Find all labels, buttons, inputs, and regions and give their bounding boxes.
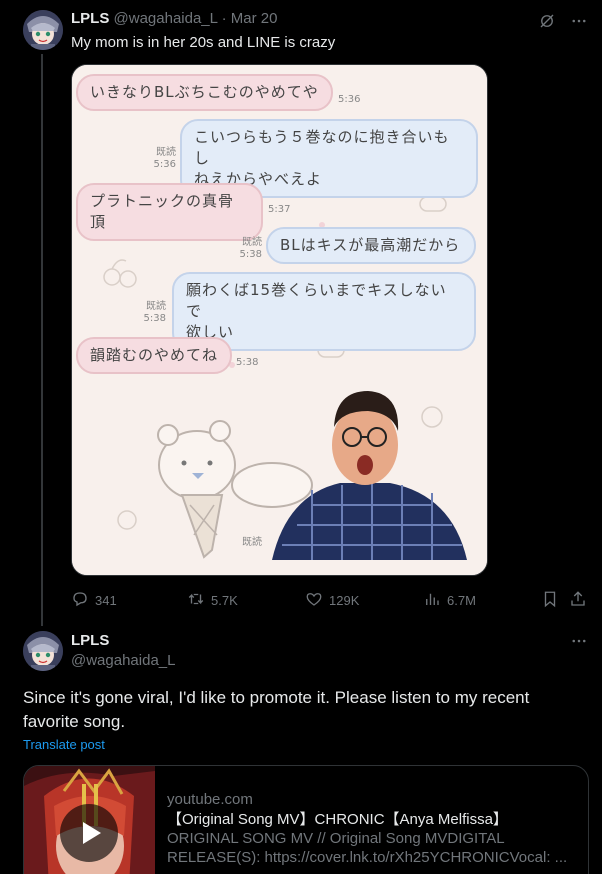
chat-read-stamp: 既読 5:38 — [143, 301, 166, 324]
separator: · — [221, 10, 227, 27]
repost-count: 5.7K — [211, 593, 238, 608]
reply-count: 341 — [95, 593, 117, 608]
tweet-text: My mom is in her 20s and LINE is crazy — [71, 34, 336, 51]
chat-message-text: いきなりBLぶちこむのやめてや — [90, 83, 319, 101]
post-date[interactable]: Mar 20 — [231, 10, 278, 27]
thread-line — [41, 54, 43, 626]
video-thumbnail[interactable] — [24, 766, 155, 874]
bookmark-icon — [541, 590, 559, 611]
like-button[interactable]: 129K — [305, 590, 359, 611]
reply-icon — [71, 590, 89, 611]
views-icon — [423, 590, 441, 611]
more-icon[interactable] — [570, 632, 588, 655]
card-domain: youtube.com — [167, 791, 253, 808]
translate-link[interactable]: Translate post — [23, 737, 105, 752]
avatar[interactable] — [23, 10, 63, 50]
chat-timestamp: 5:37 — [268, 204, 291, 215]
chat-message-text: BLはキスが最高潮だから — [280, 236, 461, 254]
avatar[interactable] — [23, 631, 63, 671]
chat-read-stamp: 既読 — [242, 537, 262, 548]
handle[interactable]: @wagahaida_L — [71, 652, 175, 669]
tweet-image[interactable]: いきなりBLぶちこむのやめてや 5:36 既読 5:36 こいつらもう５巻なのに… — [71, 64, 488, 576]
display-name[interactable]: LPLS — [71, 10, 109, 27]
reply-button[interactable]: 341 — [71, 590, 117, 611]
card-body: youtube.com 【Original Song MV】CHRONIC【An… — [167, 790, 577, 867]
views-button[interactable]: 6.7M — [423, 590, 476, 611]
chat-timestamp: 5:36 — [338, 94, 361, 105]
chat-message-text: こいつらもう５巻なのに抱き合いもし — [194, 128, 450, 167]
chat-message-text: 韻踏むのやめてね — [90, 346, 219, 364]
chat-bubble: 韻踏むのやめてね — [76, 337, 232, 374]
like-count: 129K — [329, 593, 360, 608]
share-button[interactable] — [569, 590, 587, 611]
header-actions — [538, 12, 588, 35]
chat-message-text: プラトニックの真骨頂 — [90, 192, 235, 231]
more-icon[interactable] — [570, 12, 588, 35]
share-icon — [569, 590, 587, 611]
chat-read-stamp: 既読 5:38 — [239, 237, 262, 260]
chat-message-text: 欲しい — [186, 323, 235, 341]
like-icon — [305, 590, 323, 611]
repost-icon — [187, 590, 205, 611]
card-title: 【Original Song MV】CHRONIC【Anya Melfissa】 — [167, 811, 508, 828]
card-description: ORIGINAL SONG MV // Original Song MVDIGI… — [167, 830, 568, 866]
views-count: 6.7M — [447, 593, 476, 608]
bookmark-button[interactable] — [541, 590, 559, 611]
tweet-actions: 341 5.7K 129K 6.7M — [71, 590, 591, 610]
chat-read-stamp: 既読 5:36 — [153, 147, 176, 170]
chat-bubble: プラトニックの真骨頂 — [76, 183, 263, 241]
chat-bubble: BLはキスが最高潮だから — [266, 227, 476, 264]
handle[interactable]: @wagahaida_L — [114, 10, 218, 27]
play-icon[interactable] — [60, 804, 118, 862]
chat-timestamp: 5:38 — [236, 357, 259, 368]
chat-bubble: いきなりBLぶちこむのやめてや — [76, 74, 333, 111]
tweet-text: Since it's gone viral, I'd like to promo… — [23, 688, 530, 731]
repost-button[interactable]: 5.7K — [187, 590, 238, 611]
chat-message-text: 願わくば15巻くらいまでキスしないで — [186, 281, 447, 320]
display-name[interactable]: LPLS — [71, 632, 109, 649]
tweet-header: LPLS @wagahaida_L · Mar 20 — [71, 10, 277, 28]
grok-icon[interactable] — [538, 12, 556, 35]
link-card[interactable]: youtube.com 【Original Song MV】CHRONIC【An… — [23, 765, 589, 874]
